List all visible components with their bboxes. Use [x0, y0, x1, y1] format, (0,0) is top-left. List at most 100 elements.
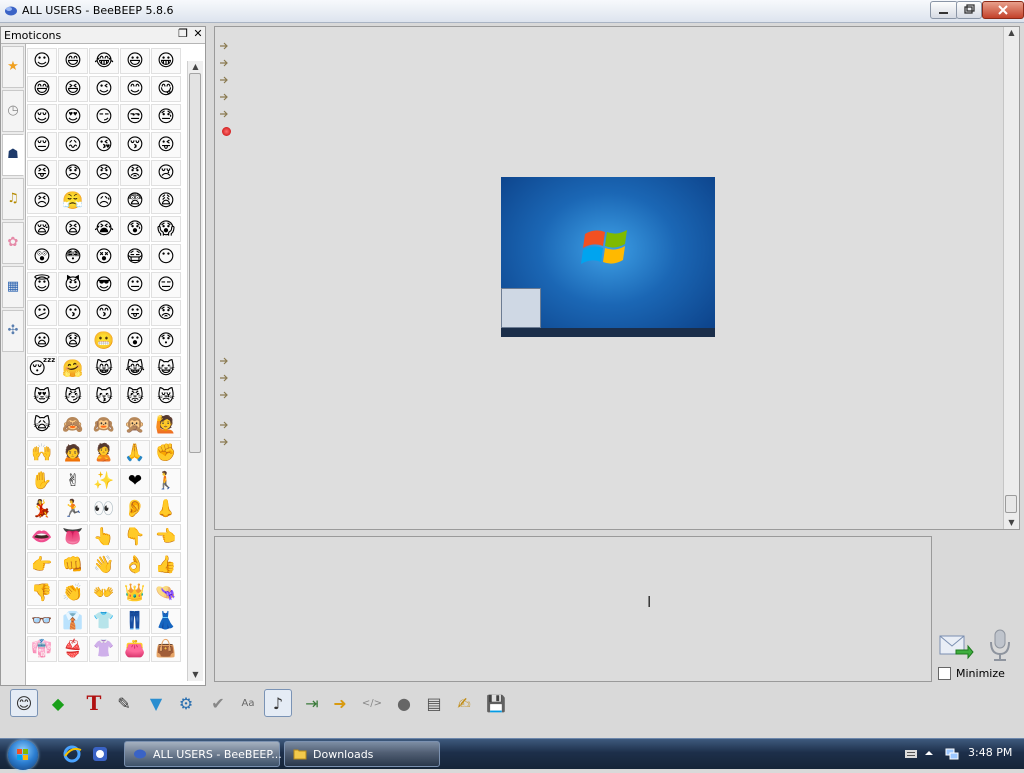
microphone-button[interactable] — [986, 628, 1014, 662]
minimize-checkbox[interactable] — [938, 667, 951, 680]
emoticon-button[interactable]: 👉 — [27, 552, 57, 578]
emoticon-button[interactable]: 😶 — [151, 244, 181, 270]
emoticon-tab-bell[interactable]: ♫ — [2, 178, 24, 220]
emoticon-button[interactable]: 😫 — [58, 216, 88, 242]
emoticon-button[interactable]: 😧 — [58, 328, 88, 354]
emoticon-button[interactable]: 👔 — [58, 608, 88, 634]
beebeep-quicklaunch-icon[interactable] — [90, 744, 110, 764]
emoticon-button[interactable]: 😖 — [58, 132, 88, 158]
restore-button[interactable] — [956, 1, 982, 19]
emoticon-button[interactable]: 😷 — [120, 244, 150, 270]
emoticon-button[interactable]: 👑 — [120, 580, 150, 606]
emoticon-button[interactable]: 😌 — [27, 104, 57, 130]
emoticon-button[interactable]: 🙀 — [27, 412, 57, 438]
emoticon-tab-flower[interactable]: ✿ — [2, 222, 24, 264]
emoticon-button[interactable]: 😠 — [89, 160, 119, 186]
emoticon-button[interactable]: 😽 — [89, 384, 119, 410]
emoticon-button[interactable]: 😨 — [120, 188, 150, 214]
emoticon-button[interactable]: 😲 — [27, 244, 57, 270]
emoticon-button[interactable]: 😻 — [27, 384, 57, 410]
emoticon-button[interactable]: 😬 — [89, 328, 119, 354]
system-clock[interactable]: 3:48 PM — [968, 746, 1012, 759]
presence-button[interactable]: ◆ — [44, 689, 72, 717]
emoticon-button[interactable]: 😟 — [151, 300, 181, 326]
emoticon-button[interactable]: 😇 — [27, 272, 57, 298]
emoticon-button[interactable]: 🏃 — [58, 496, 88, 522]
emoticon-button[interactable]: 👙 — [58, 636, 88, 662]
emoticon-button[interactable]: 😚 — [120, 132, 150, 158]
close-panel-icon[interactable]: ✕ — [192, 28, 204, 40]
emoticon-button[interactable]: 😣 — [27, 188, 57, 214]
emoticon-button[interactable]: 👓 — [27, 608, 57, 634]
minimize-button[interactable] — [930, 1, 958, 19]
emoticon-button[interactable]: 😘 — [89, 132, 119, 158]
emoticon-button[interactable]: 😕 — [27, 300, 57, 326]
emoticon-button[interactable]: ☺ — [27, 48, 57, 74]
taskbar-button-beebeep[interactable]: ALL USERS - BeeBEEP... — [124, 741, 282, 767]
emoticon-button[interactable]: 🙌 — [27, 440, 57, 466]
emoticon-button[interactable]: 😪 — [27, 216, 57, 242]
emoticon-button[interactable]: 😼 — [58, 384, 88, 410]
emoticon-button[interactable]: 😴 — [27, 356, 57, 382]
float-panel-icon[interactable]: ❐ — [177, 28, 189, 40]
scroll-up-arrow-icon[interactable]: ▲ — [188, 61, 203, 73]
emoticon-button[interactable]: 👏 — [58, 580, 88, 606]
send-message-button[interactable] — [938, 630, 974, 662]
music-note-button[interactable]: ♪ — [264, 689, 292, 717]
internet-explorer-icon[interactable] — [62, 744, 82, 764]
emoticon-button[interactable]: 😏 — [89, 104, 119, 130]
emoticon-button[interactable]: 😋 — [151, 76, 181, 102]
emoticon-button[interactable]: 😊 — [120, 76, 150, 102]
chat-scroll-thumb[interactable] — [1005, 495, 1017, 513]
title-bar[interactable]: ALL USERS - BeeBEEP 5.8.6 — [0, 0, 1024, 23]
emoticon-button[interactable]: 😺 — [151, 356, 181, 382]
screenshot-preview-image[interactable] — [501, 177, 715, 337]
emoticon-button[interactable]: 😦 — [27, 328, 57, 354]
emoticon-button[interactable]: 😄 — [58, 48, 88, 74]
emoticon-button[interactable]: 😔 — [27, 132, 57, 158]
keyboard-tray-icon[interactable] — [904, 747, 918, 761]
emoticon-button[interactable]: 😰 — [120, 216, 150, 242]
emoticon-button[interactable]: 😂 — [89, 48, 119, 74]
emoticon-button[interactable]: 😃 — [120, 48, 150, 74]
emoticon-button[interactable]: 😎 — [89, 272, 119, 298]
emoticon-button[interactable]: 👋 — [89, 552, 119, 578]
chat-scrollbar[interactable]: ▲ ▼ — [1003, 27, 1019, 529]
record-button[interactable]: ● — [390, 689, 418, 717]
scroll-down-arrow-icon[interactable]: ▼ — [188, 669, 203, 681]
emoticon-button[interactable]: 😾 — [120, 384, 150, 410]
emoticon-button[interactable]: ✌ — [58, 468, 88, 494]
emoticon-button[interactable]: 😱 — [151, 216, 181, 242]
emoticon-button[interactable]: 😆 — [58, 76, 88, 102]
emoticon-button[interactable]: 👇 — [120, 524, 150, 550]
settings-gear-button[interactable]: ⚙ — [172, 689, 200, 717]
font-button[interactable]: T — [80, 689, 108, 717]
emoticon-button[interactable]: ✨ — [89, 468, 119, 494]
emoticon-tab-puzzle[interactable]: ✣ — [2, 310, 24, 352]
show-hidden-icons-icon[interactable] — [924, 748, 934, 758]
emoticon-button[interactable]: 😒 — [120, 104, 150, 130]
emoticon-tab-people[interactable]: ☗ — [2, 134, 24, 176]
notes-button[interactable]: ✍ — [450, 689, 478, 717]
emoticon-button[interactable]: 👆 — [89, 524, 119, 550]
emoticon-button[interactable]: 😉 — [89, 76, 119, 102]
keyboard-button[interactable]: ▤ — [420, 689, 448, 717]
emoticon-button[interactable]: 😀 — [151, 48, 181, 74]
dictionary-button[interactable]: Aa — [234, 689, 262, 717]
emoticon-button[interactable]: 😸 — [89, 356, 119, 382]
emoticon-button[interactable]: 👖 — [120, 608, 150, 634]
close-button[interactable] — [982, 1, 1024, 19]
emoticon-button[interactable]: 😿 — [151, 384, 181, 410]
emoticon-button[interactable]: 👒 — [151, 580, 181, 606]
emoticon-button[interactable]: 👈 — [151, 524, 181, 550]
chat-scroll-down-icon[interactable]: ▼ — [1004, 517, 1019, 529]
emoticon-button[interactable]: 😮 — [120, 328, 150, 354]
forward-button[interactable]: ➜ — [326, 689, 354, 717]
emoticon-button[interactable]: 👗 — [151, 608, 181, 634]
emoticon-tab-building[interactable]: ▦ — [2, 266, 24, 308]
emoticon-button[interactable]: 😅 — [27, 76, 57, 102]
emoticon-button[interactable]: 😓 — [151, 104, 181, 130]
emoticon-button[interactable]: 👚 — [89, 636, 119, 662]
code-button[interactable]: </> — [358, 689, 386, 717]
emoticon-button[interactable]: 👍 — [151, 552, 181, 578]
